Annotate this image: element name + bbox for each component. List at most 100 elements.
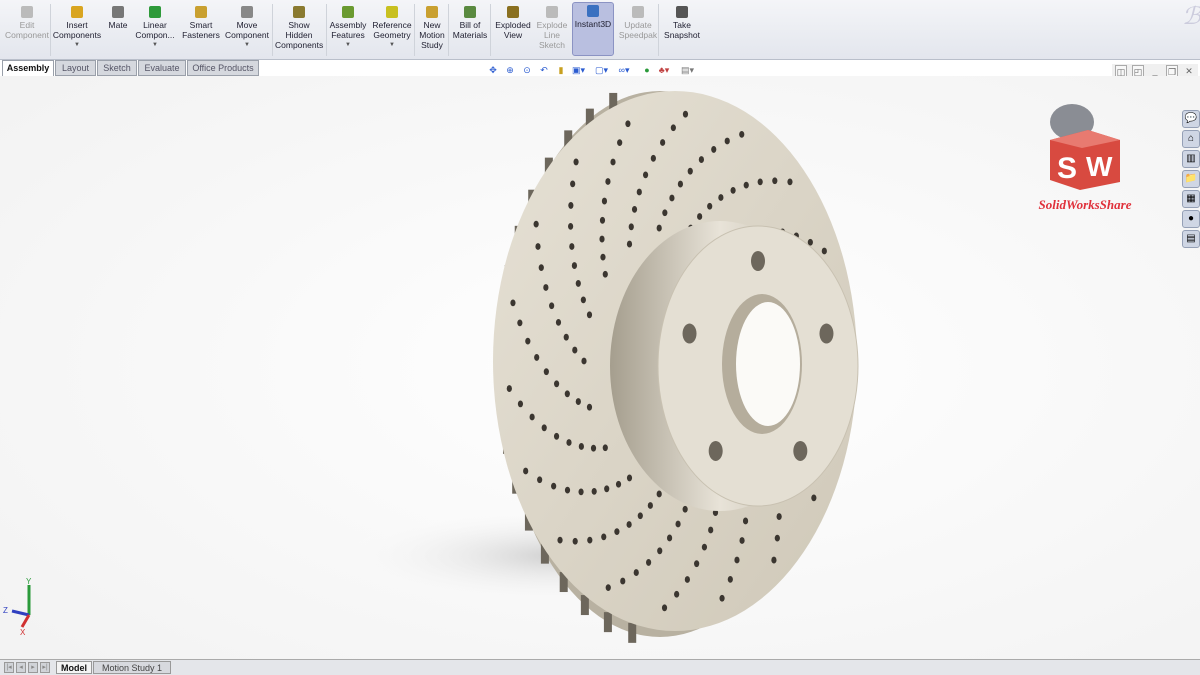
drilled-hole	[600, 253, 606, 261]
section-view-icon[interactable]: ▮	[555, 64, 567, 76]
drilled-hole	[776, 513, 782, 520]
drilled-hole	[517, 319, 523, 327]
drilled-hole	[821, 247, 827, 255]
edit-appearance-icon[interactable]: ●	[641, 64, 653, 76]
tab-model[interactable]: Model	[56, 661, 92, 674]
drilled-hole	[662, 209, 668, 217]
drilled-hole	[604, 485, 610, 493]
drilled-hole	[684, 576, 690, 583]
vane-slot	[603, 612, 612, 633]
drilled-hole	[787, 178, 793, 186]
take-snapshot-button[interactable]: Take Snapshot	[662, 4, 702, 40]
chevron-down-icon[interactable]: ▼	[224, 40, 270, 50]
chevron-down-icon[interactable]: ▼	[329, 40, 367, 50]
linear-compon-button[interactable]: Linear Compon... ▼	[132, 4, 178, 50]
solidworks-resources-icon[interactable]: 💬	[1182, 110, 1200, 128]
divider	[414, 4, 415, 56]
apply-scene-icon[interactable]: ♣▾	[658, 64, 670, 76]
instant3d-button[interactable]: Instant3D	[572, 2, 614, 56]
tab-layout[interactable]: Layout	[55, 60, 96, 76]
custom-properties-icon[interactable]: ▤	[1182, 230, 1200, 248]
button-label: Mate	[108, 20, 128, 30]
drilled-hole	[602, 270, 608, 278]
appearances-icon[interactable]: ●	[1182, 210, 1200, 228]
drilled-hole	[602, 444, 608, 452]
drilled-hole	[587, 536, 593, 544]
button-label: Linear Compon...	[135, 20, 175, 40]
hide-show-items-icon[interactable]: ∞▾	[618, 64, 630, 76]
tab-office-products[interactable]: Office Products	[187, 60, 259, 76]
drilled-hole	[707, 202, 713, 210]
drilled-hole	[718, 194, 724, 201]
file-explorer-icon[interactable]: 📁	[1182, 170, 1200, 188]
tab-assembly[interactable]: Assembly	[2, 60, 54, 76]
edit-component-button[interactable]: Edit Component	[4, 4, 50, 40]
exploded-view-button[interactable]: Exploded View	[493, 4, 533, 40]
pan-icon[interactable]: ✥	[487, 64, 499, 76]
update-speedpak-button[interactable]: Update Speedpak	[618, 4, 658, 40]
drilled-hole	[517, 400, 524, 408]
design-library-icon[interactable]: ▥	[1182, 150, 1200, 168]
drilled-hole	[617, 139, 623, 147]
tool-icon	[546, 6, 558, 18]
previous-view-icon[interactable]: ↶	[538, 64, 550, 76]
view-palette-icon[interactable]: ▦	[1182, 190, 1200, 208]
reference-geometry-button[interactable]: Reference Geometry ▼	[369, 4, 415, 50]
zoom-to-area-icon[interactable]: ⊙	[521, 64, 533, 76]
tool-icon	[632, 6, 644, 18]
tab-evaluate[interactable]: Evaluate	[138, 60, 186, 76]
drilled-hole	[642, 171, 649, 179]
drilled-hole	[657, 547, 663, 555]
show-hidden-components-button[interactable]: Show Hidden Components	[275, 4, 323, 50]
drilled-hole	[572, 537, 578, 545]
button-label: Explode Line Sketch	[536, 20, 568, 50]
drilled-hole	[605, 178, 611, 185]
mate-button[interactable]: Mate	[104, 4, 132, 30]
explode-line-sketch-button[interactable]: Explode Line Sketch	[534, 4, 570, 50]
drilled-hole	[575, 398, 581, 405]
assembly-features-button[interactable]: Assembly Features ▼	[329, 4, 367, 50]
drilled-hole	[578, 443, 584, 450]
drilled-hole	[730, 186, 736, 194]
drilled-hole	[636, 188, 642, 196]
chevron-down-icon[interactable]: ▼	[369, 40, 415, 50]
zoom-to-fit-icon[interactable]: ⊕	[504, 64, 516, 76]
next-tab-button[interactable]: ▸	[28, 662, 38, 673]
drilled-hole	[575, 280, 581, 287]
view-settings-icon[interactable]: ▤▾	[681, 64, 694, 76]
chevron-down-icon[interactable]: ▼	[132, 40, 178, 50]
drilled-hole	[626, 474, 633, 482]
drilled-hole	[537, 476, 543, 484]
first-tab-button[interactable]: |◂	[4, 662, 14, 673]
smart-fasteners-button[interactable]: Smart Fasteners	[180, 4, 222, 40]
drilled-hole	[682, 110, 689, 118]
drilled-hole	[578, 488, 584, 496]
tab-motion-study-1[interactable]: Motion Study 1	[93, 661, 171, 674]
tab-sketch[interactable]: Sketch	[97, 60, 137, 76]
drilled-hole	[549, 302, 555, 310]
button-label: Instant3D	[574, 19, 612, 29]
reference-triad: Y Z X	[3, 577, 32, 635]
drilled-hole	[506, 385, 512, 392]
view-orientation-icon[interactable]: ▣▾	[572, 64, 585, 76]
new-motion-study-button[interactable]: New Motion Study	[417, 4, 447, 50]
tool-icon	[293, 6, 305, 18]
triad-x-label: X	[20, 628, 26, 635]
bill-of-materials-button[interactable]: Bill of Materials	[451, 4, 489, 40]
drilled-hole	[670, 124, 676, 132]
move-component-button[interactable]: Move Component ▼	[224, 4, 270, 50]
drilled-hole	[535, 243, 541, 250]
display-style-icon[interactable]: ▢▾	[595, 64, 608, 76]
drilled-hole	[647, 502, 653, 509]
drilled-hole	[533, 220, 539, 228]
tool-icon	[112, 6, 124, 18]
tool-icon	[241, 6, 253, 18]
insert-components-button[interactable]: Insert Components ▼	[52, 4, 102, 50]
drilled-hole	[570, 180, 576, 188]
last-tab-button[interactable]: ▸|	[40, 662, 50, 673]
home-icon[interactable]: ⌂	[1182, 130, 1200, 148]
graphics-area[interactable]	[0, 76, 1200, 659]
drilled-hole	[605, 584, 611, 592]
chevron-down-icon[interactable]: ▼	[52, 40, 102, 50]
prev-tab-button[interactable]: ◂	[16, 662, 26, 673]
